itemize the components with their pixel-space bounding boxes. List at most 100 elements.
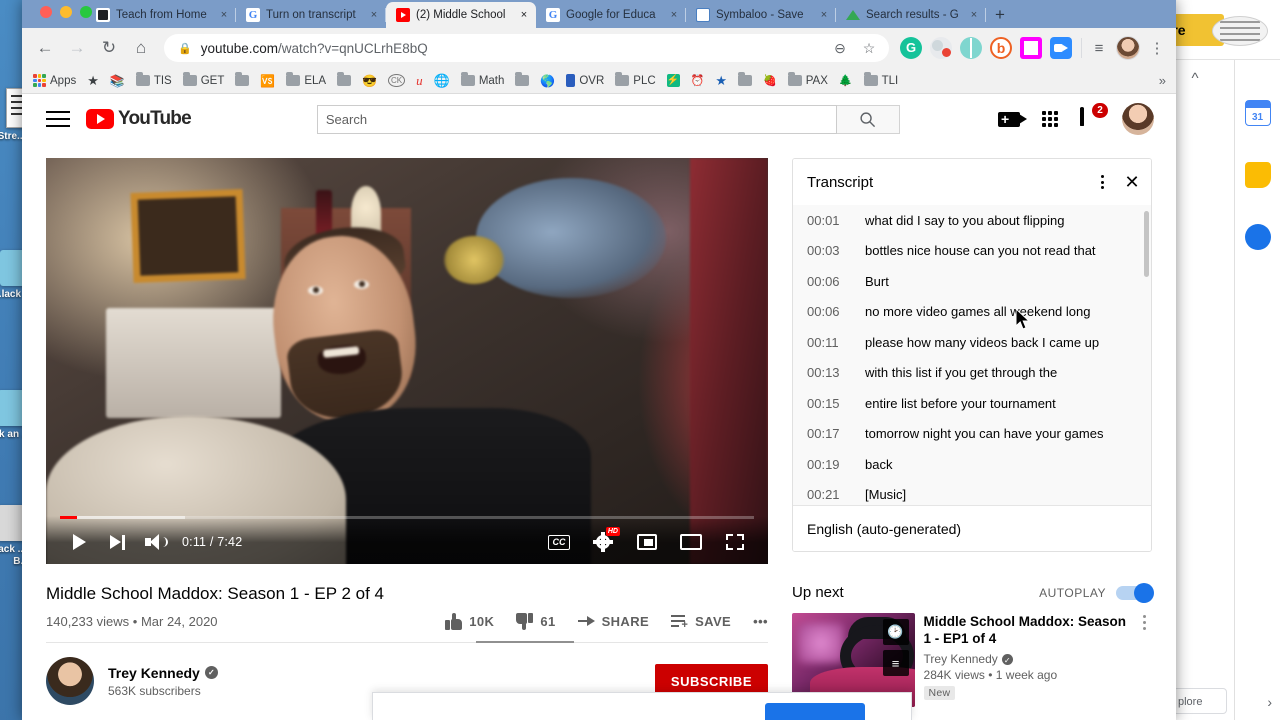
address-bar[interactable]: 🔒 youtube.com/watch?v=qnUCLrhE8bQ ⊖ ☆ [164,34,889,62]
browser-tab-4[interactable]: Symbaloo - Save × [686,2,836,28]
browser-tab-0[interactable]: Teach from Home × [86,2,236,28]
transcript-row[interactable]: 00:13 with this list if you get through t… [793,358,1151,389]
new-tab-button[interactable]: + [986,2,1014,28]
bookmark-blue-star[interactable]: ★ [710,71,732,91]
bookmark-emoji[interactable]: 😎 [357,72,382,90]
bookmark-pax[interactable]: PAX [783,72,833,89]
reading-list-icon[interactable]: ≡ [1088,41,1110,56]
like-button[interactable]: 10K [445,613,494,630]
bookmark-star[interactable]: ★ [82,71,104,91]
video-player[interactable]: 0:11 / 7:42 CC HD [46,158,768,564]
bookmark-star-icon[interactable]: ☆ [859,40,879,57]
bookmark-globe[interactable]: 🌐 [429,71,455,91]
bookmark-tis[interactable]: TIS [131,72,177,89]
reload-button[interactable]: ↻ [94,33,124,63]
transcript-scrollbar[interactable] [1144,211,1149,277]
browser-tab-2-active[interactable]: (2) Middle School × [386,2,536,28]
bookmark-ela[interactable]: ELA [281,72,331,89]
bookmark-ck[interactable]: CK [383,72,410,89]
tab-close-icon[interactable]: × [518,9,530,21]
account-avatar[interactable] [1122,103,1154,135]
transcript-row[interactable]: 00:17 tomorrow night you can have your ga… [793,419,1151,450]
next-video-button[interactable] [98,523,136,561]
notifications-icon[interactable]: 2 [1080,103,1108,129]
minimize-window-button[interactable] [60,6,72,18]
zoom-extension-icon[interactable] [1050,37,1072,59]
background-window[interactable]: K hare ^ 31 plore › [1150,0,1280,720]
google-tasks-icon[interactable] [1244,224,1271,250]
bitmoji-extension-icon[interactable] [990,37,1012,59]
bottom-dialog[interactable] [372,692,912,720]
chrome-menu-icon[interactable]: ⋮ [1146,41,1168,56]
magenta-extension-icon[interactable] [1020,37,1042,59]
bookmark-ovr[interactable]: OVR [561,72,609,89]
bookmark-apps[interactable]: Apps [28,72,81,89]
transcript-row[interactable]: 00:15 entire list before your tournament [793,388,1151,419]
bookmark-folder-22[interactable] [733,72,757,88]
bookmark-plc[interactable]: PLC [610,72,660,89]
bookmark-tli[interactable]: TLI [859,72,904,89]
bookmark-books[interactable]: 📚 [105,72,130,90]
turnitin-extension-icon[interactable] [960,37,982,59]
tab-close-icon[interactable]: × [218,9,230,21]
browser-tab-1[interactable]: Turn on transcript × [236,2,386,28]
explore-button[interactable]: plore [1173,688,1227,714]
captions-button[interactable]: CC [540,523,578,561]
bookmark-clock[interactable]: ⏰ [686,72,710,89]
browser-tab-3[interactable]: Google for Educa × [536,2,686,28]
theater-mode-button[interactable] [672,523,710,561]
tab-close-icon[interactable]: × [668,9,680,21]
google-keep-icon[interactable] [1244,162,1271,188]
transcript-language-selector[interactable]: English (auto-generated) [793,505,1151,551]
suggested-video-channel[interactable]: Trey Kennedy [924,652,1127,666]
bookmark-folder-15[interactable] [510,72,534,88]
bookmarks-overflow-icon[interactable]: » [1159,73,1170,88]
save-button[interactable]: + SAVE [671,614,731,631]
transcript-row[interactable]: 00:03 bottles nice house can you not read… [793,236,1151,267]
miniplayer-button[interactable] [628,523,666,561]
settings-button[interactable]: HD [584,523,622,561]
dialog-primary-button[interactable] [765,703,865,720]
add-to-queue-icon[interactable]: ≡ [882,650,909,676]
bookmark-u[interactable]: u [411,71,428,91]
close-window-button[interactable] [40,6,52,18]
volume-button[interactable] [136,523,174,561]
more-actions-button[interactable]: ••• [753,614,768,629]
bookmark-pear[interactable]: 🍓 [758,72,782,89]
profile-avatar[interactable] [1116,36,1140,60]
play-button[interactable] [60,523,98,561]
bookmark-folder-6[interactable] [230,72,254,88]
zoom-icon[interactable]: ⊖ [830,40,850,57]
channel-name[interactable]: Trey Kennedy [108,665,218,681]
collapse-chevron-icon[interactable]: ^ [1175,70,1215,96]
dislike-button[interactable]: 61 [516,613,555,630]
transcript-close-icon[interactable]: ✕ [1123,173,1141,191]
transcript-row[interactable]: 00:19 back [793,449,1151,480]
forward-button[interactable]: → [62,33,92,63]
bookmark-earth[interactable]: 🌎 [535,72,560,90]
progress-bar[interactable] [60,516,754,519]
tab-close-icon[interactable]: × [818,9,830,21]
transcript-row[interactable]: 00:06 no more video games all weekend lon… [793,297,1151,328]
watch-later-icon[interactable]: 🕑 [882,619,909,645]
transcript-row[interactable]: 00:01 what did I say to you about flippin… [793,205,1151,236]
suggested-video-menu-icon[interactable] [1136,613,1152,707]
transcript-row[interactable]: 00:06 Burt [793,266,1151,297]
youtube-logo[interactable]: YouTube [86,108,192,130]
tab-close-icon[interactable]: × [968,9,980,21]
home-button[interactable]: ⌂ [126,33,156,63]
bookmark-folder-9[interactable] [332,72,356,88]
share-button[interactable]: SHARE [577,614,650,629]
back-button[interactable]: ← [30,33,60,63]
youtube-apps-icon[interactable] [1042,111,1058,127]
create-video-icon[interactable] [998,110,1027,128]
grammarly-extension-icon[interactable] [900,37,922,59]
transcript-row[interactable]: 00:11 please how many videos back I came … [793,327,1151,358]
transcript-row[interactable]: 00:21 [Music] [793,480,1151,506]
bookmark-stamp[interactable]: 🆚 [255,72,280,90]
tab-close-icon[interactable]: × [368,9,380,21]
bookmark-get[interactable]: GET [178,72,230,89]
channel-avatar[interactable] [46,657,94,705]
bookmark-bolt[interactable]: ⚡ [662,72,685,89]
autoplay-toggle[interactable] [1116,582,1154,603]
